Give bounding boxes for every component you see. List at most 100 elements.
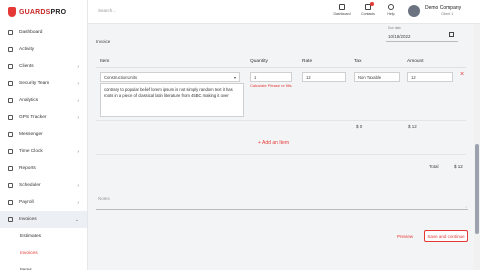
save-and-continue-button[interactable]: Save and continue [424,230,468,242]
sidebar-item-gps-tracker[interactable]: GPS Tracker › [0,109,87,126]
amount-subtotal: $ 12 [408,124,417,129]
security-team-icon [8,81,13,86]
sidebar-item-activity[interactable]: Activity [0,41,87,58]
header-contacts-button[interactable]: Contacts [357,2,379,16]
gps-icon [8,115,13,120]
chevron-icon: › [77,148,79,155]
invoice-label: Invoice [96,39,111,44]
sidebar-item-label: Invoices [19,217,37,222]
column-amount: Amount [407,59,424,64]
sidebar-item-label: Clients [19,64,34,69]
chevron-icon: › [77,63,79,70]
payroll-icon [8,200,13,205]
calendar-icon[interactable] [449,32,454,37]
column-quantity: Quantity [250,59,268,64]
sidebar: GUARDSPRO Dashboard Activity Clients › Secur… [0,0,88,270]
sidebar-item-time-clock[interactable]: Time Clock › [0,143,87,160]
sidebar-item-label: Scheduler [19,183,41,188]
header-dashboard-label: Dashboard [333,12,351,16]
header-help-button[interactable]: Help [380,4,402,16]
search-input[interactable]: Search... [98,8,116,13]
sidebar-subitem-invoices[interactable]: Invoices [0,245,87,262]
items-table-header: Item Quantity Rate Tax Amount [96,56,466,68]
sidebar-item-label: Security Team [19,81,50,86]
sidebar-item-security-team[interactable]: Security Team › [0,75,87,92]
sidebar-subitem-items[interactable]: Items [0,262,87,270]
sidebar-item-label: Analytics [19,98,39,103]
avatar[interactable] [408,5,420,17]
chevron-icon: › [77,80,79,87]
chevron-icon: › [77,97,79,104]
quantity-input[interactable]: 1 [250,72,292,82]
chevron-icon: › [77,114,79,121]
due-date-value: 10/18/2022 [388,34,411,39]
due-date-label: Due date [388,26,401,30]
scrollbar[interactable] [474,24,480,270]
resize-handle-icon[interactable]: ⌟ [465,203,467,208]
logo-text-part1: GUARDS [19,8,51,16]
invoices-icon [8,217,13,222]
sidebar-item-payroll[interactable]: Payroll › [0,194,87,211]
amount-input[interactable]: 12 [407,72,453,82]
sidebar-subitem-estimates[interactable]: Estimates [0,228,87,245]
activity-icon [8,47,13,52]
sidebar-item-label: GPS Tracker [19,115,47,120]
column-rate: Rate [302,59,313,64]
sidebar-item-analytics[interactable]: Analytics › [0,92,87,109]
chevron-icon: › [77,182,79,189]
scheduler-icon [8,183,13,188]
delete-line-icon[interactable]: × [460,71,464,78]
company-name[interactable]: Demo Company [425,5,461,11]
sidebar-item-label: Dashboard [19,30,43,35]
preview-button[interactable]: Preview [394,230,416,242]
notes-placeholder: Notes [98,196,110,201]
sidebar-item-messenger[interactable]: Messenger [0,126,87,143]
sidebar-item-label: Messenger [19,132,43,137]
total-label: Total [429,164,439,169]
sidebar-item-dashboard[interactable]: Dashboard [0,24,87,41]
notification-badge [370,2,374,6]
quantity-error: Calculate Please re fills [250,83,292,88]
scrollbar-thumb[interactable] [475,144,479,234]
header-dashboard-button[interactable]: Dashboard [331,4,353,16]
due-date-field[interactable]: Due date 10/18/2022 [386,26,458,42]
sidebar-item-label: Activity [19,47,35,52]
sidebar-item-scheduler[interactable]: Scheduler › [0,177,87,194]
sidebar-item-label: Reports [19,166,36,171]
analytics-icon [8,98,13,103]
notes-field[interactable]: Notes ⌟ [96,194,468,210]
divider [96,120,466,121]
logo-text-part2: PRO [50,8,67,16]
column-tax: Tax [354,59,362,64]
divider [96,154,466,155]
product-select[interactable]: ConstructionUnits ▾ [100,72,240,82]
tax-select[interactable]: Non Taxable [354,72,400,82]
messenger-icon [8,132,13,137]
header-help-label: Help [387,12,395,16]
description-textarea[interactable]: contrary to popular belief lorem ipsum i… [100,83,244,117]
total-value: $ 12 [454,164,463,169]
top-header: Search... Dashboard Contacts Help Demo C… [88,0,480,24]
help-icon [388,4,394,10]
tax-subtotal: $ 0 [356,124,363,129]
user-role: Client 1 [441,12,454,16]
rate-input[interactable]: 12 [302,72,346,82]
sidebar-item-invoices[interactable]: Invoices ⌄ [0,211,87,228]
logo[interactable]: GUARDSPRO [0,0,87,24]
reports-icon [8,166,13,171]
shield-logo-icon [8,7,16,17]
dashboard-icon [8,30,13,35]
header-contacts-label: Contacts [361,12,375,16]
contacts-icon [365,2,374,10]
sidebar-item-label: Time Clock [19,149,43,154]
chevron-icon: ⌄ [74,216,79,223]
sidebar-item-reports[interactable]: Reports [0,160,87,177]
add-item-button[interactable]: + Add an Item [258,140,289,146]
sidebar-item-clients[interactable]: Clients › [0,58,87,75]
sidebar-item-label: Payroll [19,200,34,205]
chevron-icon: › [77,199,79,206]
clients-icon [8,64,13,69]
chevron-down-icon: ▾ [233,75,236,80]
column-item: Item [100,59,110,64]
invoice-form: Due date 10/18/2022 Invoice Item Quantit… [88,24,480,270]
